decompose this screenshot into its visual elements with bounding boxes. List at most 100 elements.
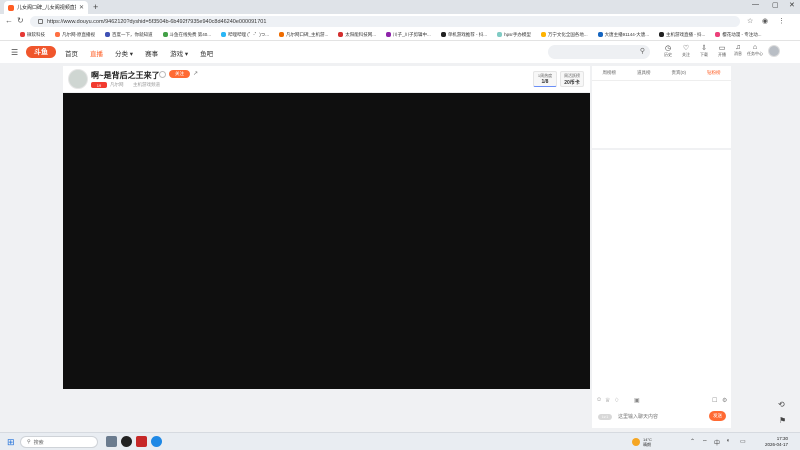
menu-icon[interactable]: ☰ bbox=[11, 48, 18, 57]
header-follow[interactable]: ♡ 关注 bbox=[676, 44, 696, 58]
share-icon[interactable]: ↗ bbox=[193, 70, 198, 77]
reload-icon[interactable]: ↻ bbox=[17, 16, 24, 25]
image-icon[interactable]: ▣ bbox=[634, 397, 640, 404]
header-history[interactable]: ◷ 历史 bbox=[658, 44, 678, 58]
star-icon[interactable]: ☆ bbox=[747, 17, 753, 25]
bookmark-favicon-icon bbox=[440, 32, 446, 37]
chat-input-area: Lv.1 发送 bbox=[592, 406, 731, 428]
search-icon[interactable]: ⚲ bbox=[640, 47, 645, 55]
tab-weekly[interactable]: 周榜榜 bbox=[603, 70, 617, 76]
header-item-label: 任务中心 bbox=[747, 51, 763, 56]
room-category[interactable]: 凡尔网 bbox=[110, 82, 124, 88]
gift-icon[interactable]: ♕ bbox=[605, 397, 610, 404]
douyu-app-icon[interactable] bbox=[136, 436, 147, 447]
header-download[interactable]: ⇩ 下载 bbox=[694, 44, 714, 58]
tab-props[interactable]: 道具榜 bbox=[637, 70, 651, 76]
nav-item[interactable]: 鱼吧 bbox=[200, 48, 213, 58]
bookmark-item[interactable]: 百度一下，你就知道 bbox=[105, 32, 153, 38]
room-channel[interactable]: 主机游戏频道 bbox=[133, 82, 160, 88]
chat-messages-panel bbox=[592, 150, 731, 394]
nav-item[interactable]: 赛事 bbox=[145, 48, 158, 58]
volume-icon[interactable]: ◖ bbox=[726, 438, 730, 444]
nav-item[interactable]: 分类 ▾ bbox=[115, 48, 133, 58]
follow-button[interactable]: 关注 bbox=[169, 70, 190, 78]
site-search-input[interactable]: ⚲ bbox=[548, 45, 650, 59]
refresh-float-icon[interactable]: ⟲ bbox=[778, 400, 785, 409]
bookmark-item[interactable]: 主机游戏直播 - 抖... bbox=[659, 32, 705, 38]
bookmark-item[interactable]: 斗鱼在线免费 第40... bbox=[162, 32, 211, 38]
battery-icon[interactable]: ▭ bbox=[740, 438, 746, 445]
tab-vip[interactable]: 贵宾(0) bbox=[672, 70, 687, 76]
site-info-icon[interactable] bbox=[38, 19, 43, 24]
tray-chevron-icon[interactable]: ⌃ bbox=[690, 438, 695, 445]
video-player[interactable] bbox=[63, 93, 590, 389]
bookmark-favicon-icon bbox=[20, 32, 25, 37]
chat-settings-icon[interactable]: ⚙ bbox=[722, 397, 727, 404]
gift-card[interactable]: 周活跃榜 20币卡 bbox=[560, 71, 584, 87]
weekly-rank-card[interactable]: 1周热度 1/8 bbox=[533, 71, 557, 87]
task-view-icon[interactable] bbox=[106, 436, 117, 447]
rank-tabs: 周榜榜 道具榜 贵宾(0) 钻粉榜 bbox=[592, 66, 731, 81]
sun-icon bbox=[632, 438, 640, 446]
bookmark-favicon-icon bbox=[715, 32, 721, 37]
windows-start-icon[interactable]: ⊞ bbox=[7, 437, 15, 448]
minimize-icon[interactable]: — bbox=[752, 1, 759, 8]
new-tab-icon[interactable]: + bbox=[93, 2, 98, 12]
send-button[interactable]: 发送 bbox=[709, 411, 726, 421]
feedback-float-icon[interactable]: ⚑ bbox=[779, 416, 786, 425]
fan-badge-icon[interactable]: ♢ bbox=[614, 397, 619, 404]
window-close-icon[interactable]: ✕ bbox=[789, 1, 795, 9]
bookmark-favicon-icon bbox=[105, 32, 110, 37]
bookmark-item[interactable]: 万宁文化全国各地... bbox=[540, 32, 588, 38]
weather-text: 14°C 晴朗 bbox=[643, 437, 652, 447]
browser-tab[interactable]: 儿女阁口碑_儿女阁视频直播_儿女阁口碑... ✕ bbox=[4, 1, 88, 14]
bookmark-label: hpsr手办模型 bbox=[504, 31, 531, 37]
streamer-avatar[interactable] bbox=[68, 69, 88, 89]
bookmark-item[interactable]: hpsr手办模型 bbox=[497, 32, 531, 38]
bookmark-item[interactable]: 微软科技 bbox=[20, 32, 45, 38]
network-icon[interactable]: ⌔ bbox=[702, 438, 708, 446]
more-menu-icon[interactable]: ⋮ bbox=[778, 17, 785, 25]
weather-widget[interactable]: 14°C 晴朗 bbox=[632, 437, 652, 447]
close-tab-icon[interactable]: ✕ bbox=[79, 4, 84, 11]
tab-diamond-fans[interactable]: 钻粉榜 bbox=[707, 70, 721, 76]
user-level-badge: Lv.1 bbox=[598, 414, 612, 420]
nav-item-live[interactable]: 直播 bbox=[90, 48, 103, 58]
taskbar-search-label: 搜索 bbox=[33, 439, 44, 446]
ime-indicator[interactable]: 中 bbox=[714, 438, 720, 447]
address-text: https://www.douyu.com/9462120?dyshid=5f3… bbox=[47, 18, 267, 25]
bookmark-favicon-icon bbox=[659, 32, 665, 37]
header-tasks[interactable]: ⌂ 任务中心 bbox=[745, 44, 765, 57]
taskbar-search[interactable]: ⚲ 搜索 bbox=[20, 436, 98, 448]
bookmark-item[interactable]: 凡尔网口碑_主机游... bbox=[279, 32, 328, 38]
user-avatar[interactable] bbox=[768, 45, 780, 57]
bookmark-label: 单机游戏推荐 - 抖... bbox=[447, 31, 488, 37]
settings-icon[interactable] bbox=[159, 71, 166, 78]
maximize-icon[interactable]: ▢ bbox=[772, 1, 779, 9]
block-icon[interactable]: ☐ bbox=[712, 397, 717, 404]
bookmark-label: 哔哩哔哩 (゜-゜)つ... bbox=[228, 31, 270, 37]
profile-icon[interactable]: ◉ bbox=[762, 17, 768, 25]
bookmark-item[interactable]: 太阳能科技网... bbox=[338, 32, 376, 38]
bookmark-favicon-icon bbox=[540, 32, 546, 37]
bookmark-item[interactable]: 凡尔网-原直播视 bbox=[55, 32, 95, 38]
bookmark-item[interactable]: 单机游戏推荐 - 抖... bbox=[440, 31, 488, 38]
chat-input[interactable] bbox=[618, 411, 704, 423]
emoji-icon[interactable]: ☺ bbox=[596, 397, 602, 403]
douyu-logo[interactable]: 斗鱼 bbox=[26, 46, 56, 58]
bookmark-item[interactable]: 哔哩哔哩 (゜-゜)つ... bbox=[221, 32, 269, 38]
nav-item[interactable]: 首页 bbox=[65, 48, 78, 58]
system-clock[interactable]: 17:30 2026-04-17 bbox=[762, 436, 788, 448]
tab-title: 儿女阁口碑_儿女阁视频直播_儿女阁口碑... bbox=[17, 5, 76, 11]
bookmark-item[interactable]: 大唐主播91144-大唐... bbox=[597, 32, 649, 38]
bookmark-label: 川子_川子剪辑中... bbox=[393, 31, 431, 37]
back-icon[interactable]: ← bbox=[5, 16, 13, 25]
edge-browser-icon[interactable] bbox=[151, 436, 162, 447]
browser-tab-bar: 儿女阁口碑_儿女阁视频直播_儿女阁口碑... ✕ + — ▢ ✕ bbox=[0, 0, 800, 14]
address-bar[interactable]: https://www.douyu.com/9462120?dyshid=5f3… bbox=[30, 16, 740, 27]
bookmark-item[interactable]: 樱花动漫 - 专注动... bbox=[715, 32, 762, 38]
nav-item[interactable]: 游戏 ▾ bbox=[170, 48, 188, 58]
rank-value: 1/8 bbox=[541, 79, 549, 85]
obs-icon[interactable] bbox=[121, 436, 132, 447]
bookmark-item[interactable]: 川子_川子剪辑中... bbox=[386, 32, 431, 38]
